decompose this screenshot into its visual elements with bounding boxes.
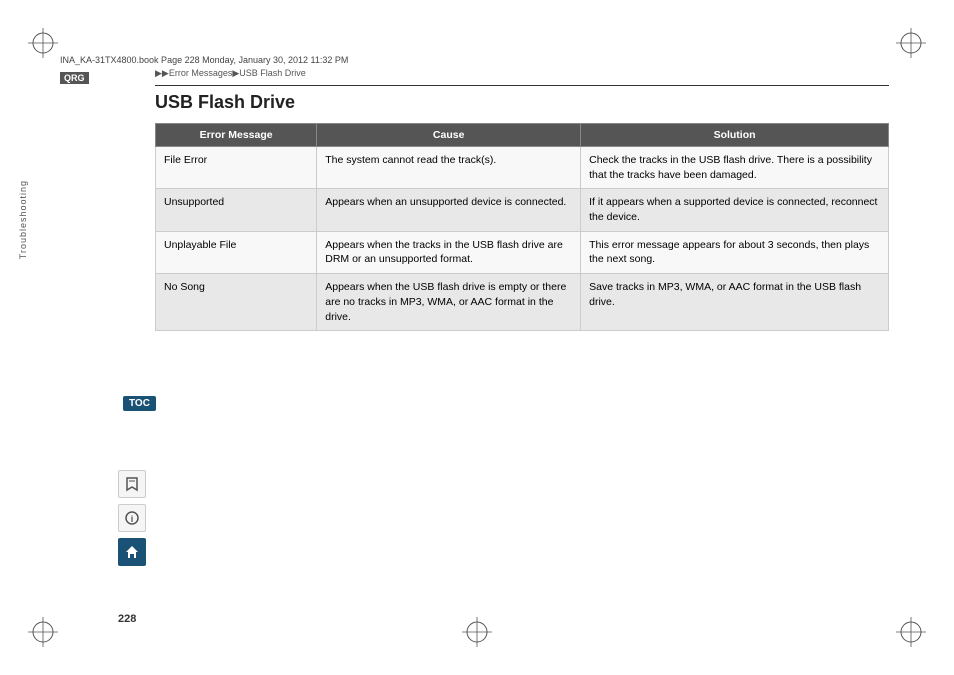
table-row: UnsupportedAppears when an unsupported d…	[156, 189, 889, 231]
left-icons-panel: i	[118, 470, 146, 566]
page-title: USB Flash Drive	[155, 92, 889, 113]
table-row: No SongAppears when the USB flash drive …	[156, 274, 889, 331]
table-header-cause: Cause	[317, 124, 581, 147]
qrg-badge: QRG	[60, 72, 89, 84]
cell-solution-0: Check the tracks in the USB flash drive.…	[581, 147, 889, 189]
main-divider	[155, 85, 889, 86]
cell-error-0: File Error	[156, 147, 317, 189]
cell-cause-0: The system cannot read the track(s).	[317, 147, 581, 189]
cell-cause-2: Appears when the tracks in the USB flash…	[317, 231, 581, 273]
error-table: Error Message Cause Solution File ErrorT…	[155, 123, 889, 331]
table-row: Unplayable FileAppears when the tracks i…	[156, 231, 889, 273]
bookmark-icon-button[interactable]	[118, 470, 146, 498]
cell-cause-1: Appears when an unsupported device is co…	[317, 189, 581, 231]
svg-text:i: i	[131, 514, 134, 524]
table-header-error: Error Message	[156, 124, 317, 147]
info-icon-button[interactable]: i	[118, 504, 146, 532]
page-number: 228	[118, 613, 136, 625]
corner-mark-br	[896, 617, 926, 647]
corner-mark-bl	[28, 617, 58, 647]
toc-badge[interactable]: TOC	[123, 396, 156, 411]
cell-solution-1: If it appears when a supported device is…	[581, 189, 889, 231]
home-icon-button[interactable]	[118, 538, 146, 566]
header-file-info: INA_KA-31TX4800.book Page 228 Monday, Ja…	[60, 55, 894, 65]
table-header-solution: Solution	[581, 124, 889, 147]
cell-solution-3: Save tracks in MP3, WMA, or AAC format i…	[581, 274, 889, 331]
cell-error-1: Unsupported	[156, 189, 317, 231]
main-content: ▶▶Error Messages▶USB Flash Drive USB Fla…	[155, 68, 889, 331]
cell-error-2: Unplayable File	[156, 231, 317, 273]
corner-mark-tl	[28, 28, 58, 58]
corner-mark-tr	[896, 28, 926, 58]
breadcrumb: ▶▶Error Messages▶USB Flash Drive	[155, 68, 889, 79]
table-row: File ErrorThe system cannot read the tra…	[156, 147, 889, 189]
bottom-center-mark	[462, 617, 492, 647]
cell-solution-2: This error message appears for about 3 s…	[581, 231, 889, 273]
cell-error-3: No Song	[156, 274, 317, 331]
cell-cause-3: Appears when the USB flash drive is empt…	[317, 274, 581, 331]
sidebar-label: Troubleshooting	[18, 180, 28, 259]
